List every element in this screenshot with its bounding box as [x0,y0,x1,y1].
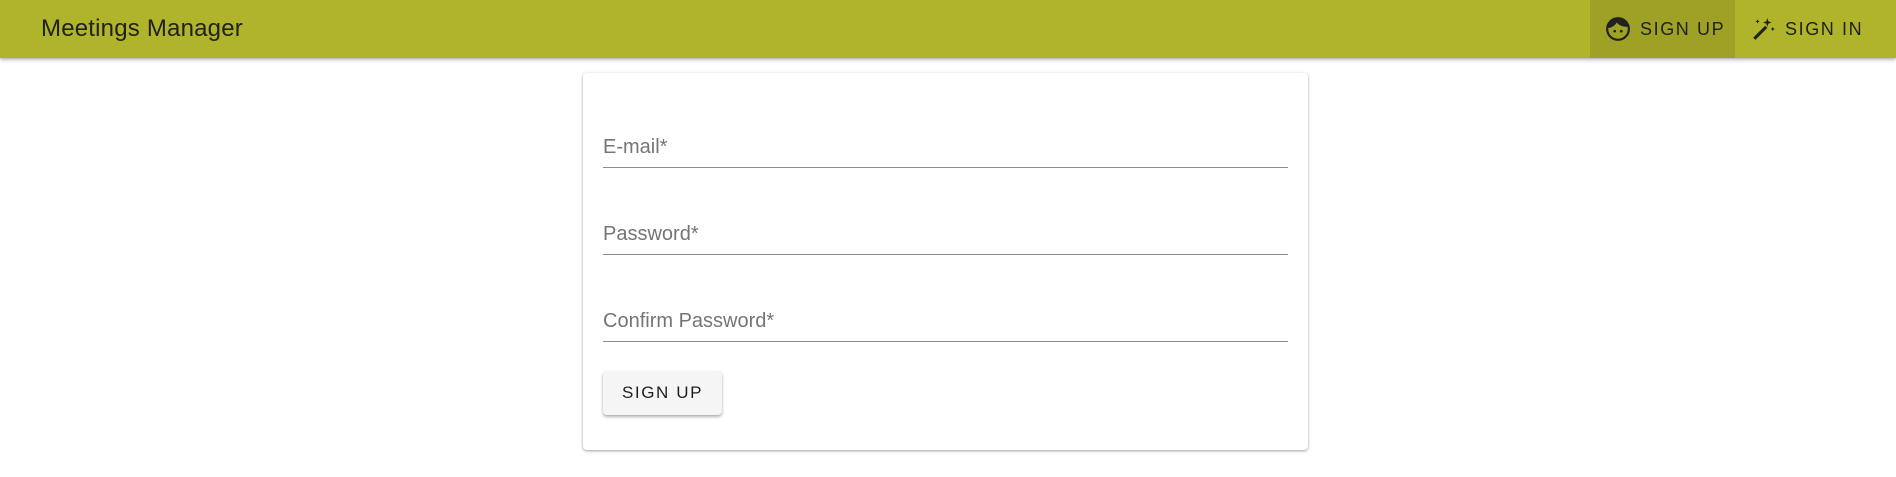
nav-signup-label: SIGN UP [1640,18,1726,39]
email-underline [603,167,1288,168]
nav-signin-label: SIGN IN [1785,18,1864,39]
confirm-password-underline [603,341,1288,342]
app-title: Meetings Manager [41,15,243,42]
email-field[interactable] [603,131,1288,168]
confirm-password-field-wrapper [603,305,1288,342]
face-icon [1604,15,1632,43]
nav-signup-button[interactable]: SIGN UP [1590,0,1735,58]
password-field[interactable] [603,218,1288,255]
email-field-wrapper [603,131,1288,168]
nav-signin-button[interactable]: SIGN IN [1735,0,1896,58]
signup-card: E-mail* Password* Confirm Password* SIGN… [583,73,1308,450]
password-underline [603,254,1288,255]
password-field-wrapper [603,218,1288,255]
magic-wand-icon [1749,15,1777,43]
confirm-password-field[interactable] [603,305,1288,342]
signup-submit-button[interactable]: SIGN UP [603,371,722,415]
app-bar: Meetings Manager SIGN UP SIGN IN [0,0,1896,58]
